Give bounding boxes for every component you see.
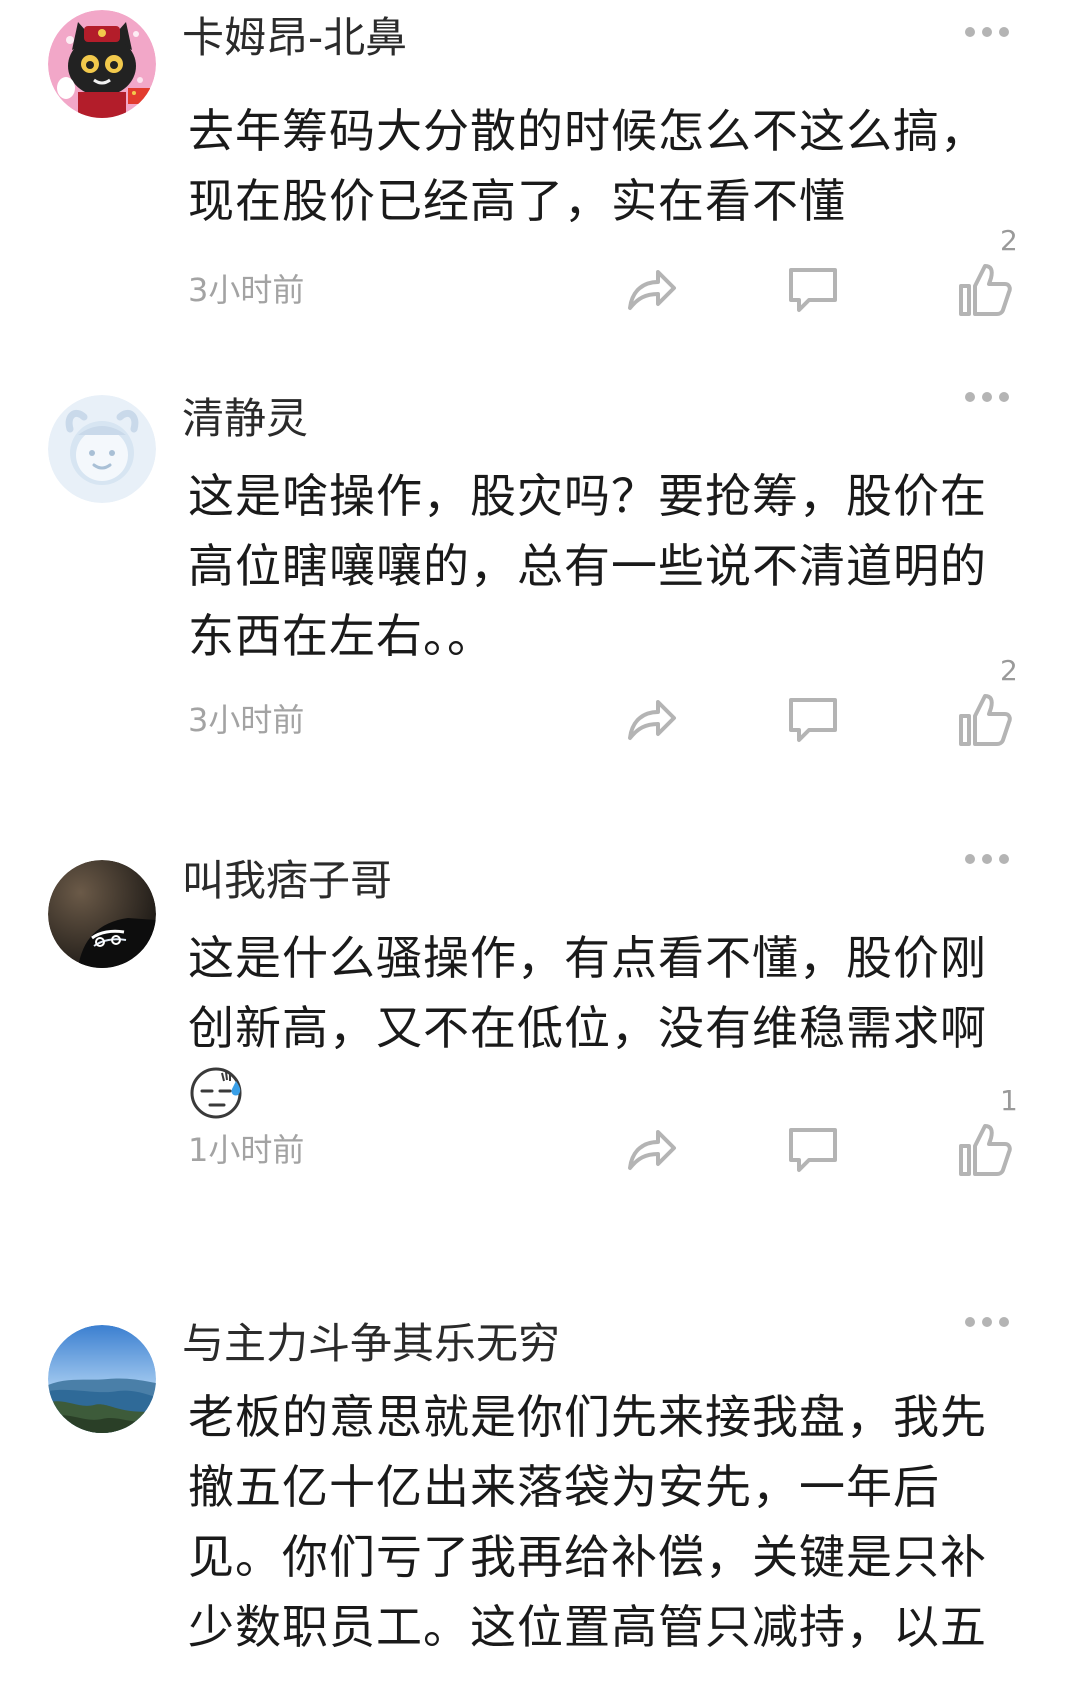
thumbs-up-icon[interactable] (955, 260, 1015, 320)
comment-actions: 3小时前 2 (0, 654, 1080, 760)
comment-text: 老板的意思就是你们先来接我盘，我先 撤五亿十亿出来落袋为安先，一年后 见。你们亏… (188, 1382, 1018, 1662)
username[interactable]: 叫我痞子哥 (182, 851, 392, 911)
thumbs-up-icon[interactable] (955, 1120, 1015, 1180)
comment-line: 这是什么骚操作，有点看不懂，股价刚 (188, 931, 987, 985)
comment-text: 这是啥操作，股灾吗？要抢筹，股价在 高位瞎嚷嚷的，总有一些说不清道明的 东西在左… (188, 461, 1018, 671)
comment-bubble-icon[interactable] (783, 1120, 843, 1180)
comment-item: 叫我痞子哥 这是什么骚操作，有点看不懂，股价刚 创新高，又不在低位，没有维稳需求… (0, 854, 1080, 1255)
avatar[interactable] (48, 860, 156, 968)
comment-item: 与主力斗争其乐无穷 老板的意思就是你们先来接我盘，我先 撤五亿十亿出来落袋为安先… (0, 1317, 1080, 1686)
lake-landscape-avatar (48, 1325, 156, 1433)
comment-item: 卡姆昂-北鼻 去年筹码大分散的时候怎么不这么搞， 现在股价已经高了，实在看不懂 … (0, 0, 1080, 330)
comment-line: 这是啥操作，股灾吗？要抢筹，股价在 (188, 469, 987, 523)
comment-line: 撤五亿十亿出来落袋为安先，一年后 (188, 1460, 940, 1514)
comment-line: 见。你们亏了我再给补偿，关键是只补 (188, 1530, 987, 1584)
cartoon-cat-avatar (48, 10, 156, 118)
comment-actions: 3小时前 2 (0, 224, 1080, 330)
more-dots-icon[interactable] (962, 849, 1012, 869)
timestamp: 3小时前 (188, 701, 305, 739)
comment-bubble-icon[interactable] (783, 690, 843, 750)
comment-item: 清静灵 这是啥操作，股灾吗？要抢筹，股价在 高位瞎嚷嚷的，总有一些说不清道明的 … (0, 392, 1080, 795)
comment-line: 少数职员工。这位置高管只减持，以五 (188, 1600, 987, 1654)
more-dots-icon[interactable] (962, 387, 1012, 407)
like-count: 1 (1000, 1084, 1018, 1117)
comment-line: 创新高，又不在低位，没有维稳需求啊 (188, 1001, 987, 1055)
avatar[interactable] (48, 10, 156, 118)
share-arrow-icon[interactable] (620, 690, 680, 750)
like-count: 2 (1000, 224, 1018, 257)
share-arrow-icon[interactable] (620, 1120, 680, 1180)
car-headlight-avatar (48, 860, 156, 968)
comment-text: 这是什么骚操作，有点看不懂，股价刚 创新高，又不在低位，没有维稳需求啊 (188, 923, 1018, 1140)
comment-line: 东西在左右。。 (188, 609, 494, 663)
timestamp: 3小时前 (188, 271, 305, 309)
comment-line: 去年筹码大分散的时候怎么不这么搞， (188, 104, 987, 158)
comment-line: 老板的意思就是你们先来接我盘，我先 (188, 1390, 987, 1444)
more-dots-icon[interactable] (962, 22, 1012, 42)
default-cow-avatar (48, 395, 156, 503)
username[interactable]: 清静灵 (182, 389, 308, 449)
comment-text: 去年筹码大分散的时候怎么不这么搞， 现在股价已经高了，实在看不懂 (188, 96, 1018, 236)
more-dots-icon[interactable] (962, 1312, 1012, 1332)
comment-actions: 1小时前 1 (0, 1084, 1080, 1190)
avatar[interactable] (48, 395, 156, 503)
comment-bubble-icon[interactable] (783, 260, 843, 320)
like-count: 2 (1000, 654, 1018, 687)
share-arrow-icon[interactable] (620, 260, 680, 320)
username[interactable]: 与主力斗争其乐无穷 (182, 1314, 560, 1374)
username[interactable]: 卡姆昂-北鼻 (182, 8, 407, 68)
timestamp: 1小时前 (188, 1131, 305, 1169)
comment-line: 高位瞎嚷嚷的，总有一些说不清道明的 (188, 539, 987, 593)
comment-line: 现在股价已经高了，实在看不懂 (188, 174, 846, 228)
avatar[interactable] (48, 1325, 156, 1433)
comment-feed: 卡姆昂-北鼻 去年筹码大分散的时候怎么不这么搞， 现在股价已经高了，实在看不懂 … (0, 0, 1080, 1686)
thumbs-up-icon[interactable] (955, 690, 1015, 750)
